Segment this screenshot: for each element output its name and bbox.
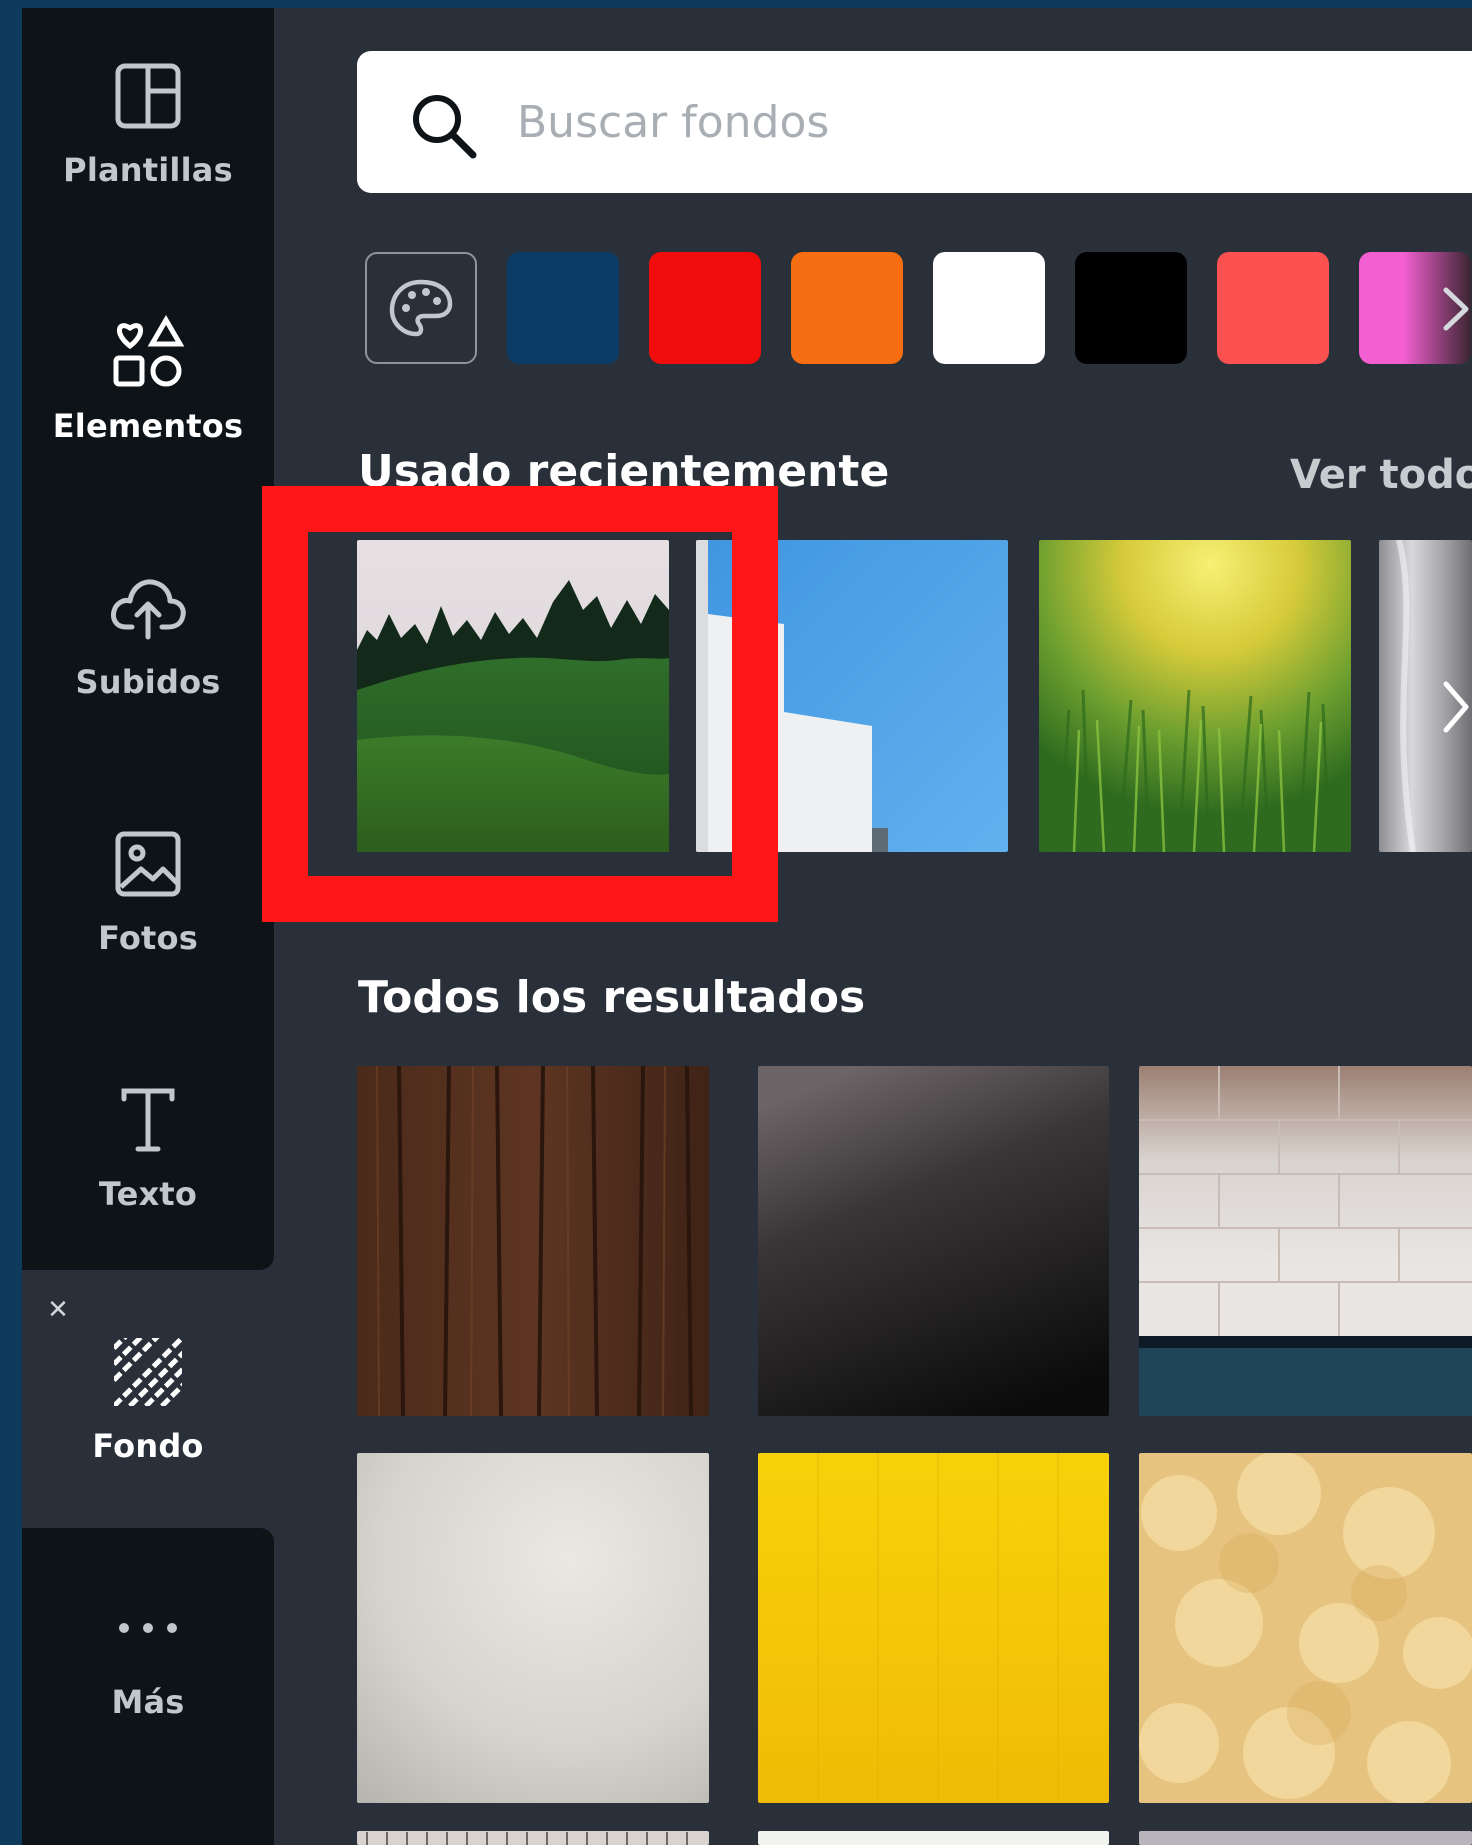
templates-icon xyxy=(22,58,274,134)
result-thumbnail-gray-gradient[interactable] xyxy=(758,1066,1109,1416)
sidebar-item-label: Plantillas xyxy=(63,151,233,189)
recent-thumbnail-green-grass[interactable] xyxy=(1039,540,1351,852)
side-navigation: Plantillas Elementos Subidos Fotos Texto… xyxy=(22,8,274,1845)
app-frame: Plantillas Elementos Subidos Fotos Texto… xyxy=(22,8,1472,1845)
recent-thumbnail-green-hills[interactable] xyxy=(357,540,669,852)
color-swatch[interactable] xyxy=(791,252,903,364)
sidebar-item-label: Subidos xyxy=(75,663,221,701)
color-swatch[interactable] xyxy=(933,252,1045,364)
sidebar-item-fondo[interactable]: Fondo xyxy=(22,1324,274,1534)
result-thumbnail-dark-wood[interactable] xyxy=(357,1066,709,1416)
sidebar-item-label: Elementos xyxy=(52,407,244,445)
background-pattern-icon xyxy=(22,1334,274,1410)
text-icon xyxy=(22,1082,274,1158)
sidebar-item-subidos[interactable]: Subidos xyxy=(22,560,274,770)
result-thumbnail-partial[interactable] xyxy=(758,1831,1109,1845)
result-thumbnail-partial[interactable] xyxy=(357,1831,709,1845)
more-dots-icon xyxy=(22,1590,274,1666)
sidebar-item-mas[interactable]: Más xyxy=(22,1580,274,1790)
sidebar-item-label: Texto xyxy=(98,1175,198,1213)
photos-icon xyxy=(22,826,274,902)
color-swatch[interactable] xyxy=(1217,252,1329,364)
search-icon xyxy=(413,95,477,159)
color-swatch[interactable] xyxy=(1075,252,1187,364)
chevron-right-icon[interactable] xyxy=(1440,680,1472,734)
result-thumbnail-gold-bokeh[interactable] xyxy=(1139,1453,1472,1803)
sidebar-item-plantillas[interactable]: Plantillas xyxy=(22,48,274,258)
close-icon[interactable]: ✕ xyxy=(46,1297,70,1323)
sidebar-item-texto[interactable]: Texto xyxy=(22,1072,274,1282)
sidebar-item-elementos[interactable]: Elementos xyxy=(22,304,274,514)
see-all-link[interactable]: Ver todo xyxy=(1290,452,1472,498)
color-swatch[interactable] xyxy=(649,252,761,364)
sidebar-item-label: Fotos xyxy=(98,919,198,957)
elements-icon xyxy=(22,314,274,390)
color-swatch[interactable] xyxy=(507,252,619,364)
color-palette-button[interactable] xyxy=(365,252,477,364)
results-section-title: Todos los resultados xyxy=(358,972,866,1023)
sidebar-item-fotos[interactable]: Fotos xyxy=(22,816,274,1026)
search-bar xyxy=(357,51,1472,193)
sidebar-item-label: Fondo xyxy=(92,1427,204,1465)
result-thumbnail-partial[interactable] xyxy=(1139,1831,1472,1845)
palette-icon xyxy=(389,279,453,337)
upload-cloud-icon xyxy=(22,570,274,646)
recent-section-title: Usado recientemente xyxy=(358,446,890,497)
chevron-right-icon[interactable] xyxy=(1440,286,1472,332)
result-thumbnail-yellow[interactable] xyxy=(758,1453,1109,1803)
recent-thumbnail-white-building[interactable] xyxy=(696,540,1008,852)
sidebar-item-label: Más xyxy=(111,1683,185,1721)
result-thumbnail-white-brick[interactable] xyxy=(1139,1066,1472,1416)
search-input[interactable] xyxy=(517,79,1417,165)
result-thumbnail-light-concrete[interactable] xyxy=(357,1453,709,1803)
